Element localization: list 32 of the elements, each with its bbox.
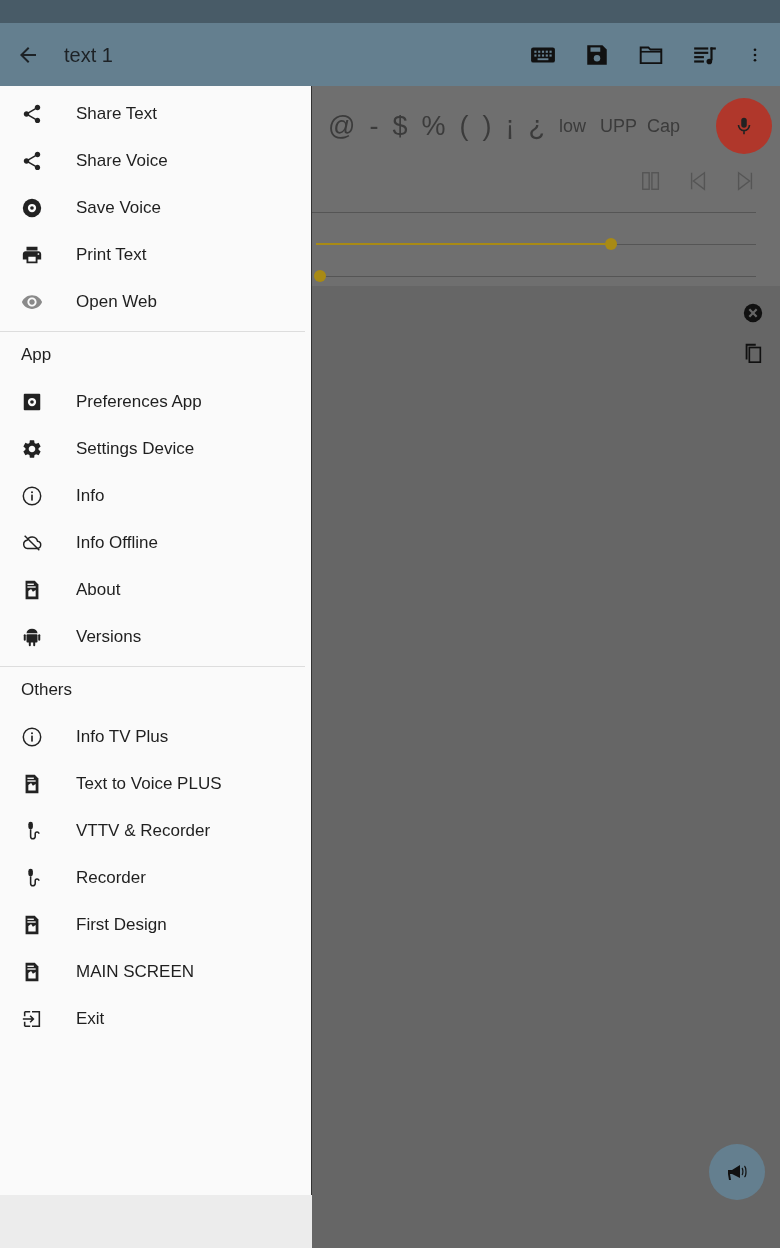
menu-item[interactable]: Recorder bbox=[76, 864, 146, 891]
slider-thumb[interactable] bbox=[314, 270, 327, 282]
share-icon bbox=[21, 102, 43, 125]
menu-item[interactable]: MAIN SCREEN bbox=[76, 958, 195, 985]
menu-item[interactable]: About bbox=[76, 576, 121, 603]
menu-item[interactable]: Text to Voice PLUS bbox=[76, 770, 222, 797]
info-icon bbox=[21, 725, 43, 748]
disc-icon bbox=[21, 196, 43, 219]
settings-icon bbox=[21, 437, 43, 460]
menu-item[interactable]: Share Text bbox=[76, 100, 157, 127]
menu-item[interactable]: Share Voice bbox=[76, 147, 168, 174]
menu-item[interactable]: Preferences App bbox=[76, 388, 202, 415]
menu-item[interactable]: Versions bbox=[76, 623, 142, 650]
section-header: Others bbox=[21, 679, 73, 702]
menu-item[interactable]: Save Voice bbox=[76, 194, 162, 221]
menu-item[interactable]: Exit bbox=[76, 1005, 105, 1032]
menu-item[interactable]: Info TV Plus bbox=[76, 723, 169, 750]
section-header: App bbox=[21, 344, 52, 367]
menu-item[interactable]: VTTV & Recorder bbox=[76, 817, 211, 844]
info-icon bbox=[21, 484, 43, 507]
speak-button[interactable] bbox=[709, 1144, 765, 1200]
menu-item[interactable]: Print Text bbox=[76, 241, 147, 268]
share-icon bbox=[21, 149, 43, 172]
menu-item[interactable]: Settings Device bbox=[76, 435, 195, 462]
slider-thumb[interactable] bbox=[604, 238, 617, 250]
microphone-button[interactable] bbox=[716, 98, 772, 154]
menu-item[interactable]: First Design bbox=[76, 911, 167, 938]
document-title: text 1 bbox=[64, 42, 114, 68]
menu-item[interactable]: Open Web bbox=[76, 288, 157, 315]
menu-item[interactable]: Info bbox=[76, 482, 105, 509]
close-icon[interactable] bbox=[742, 302, 764, 324]
menu-item[interactable]: Info Offline bbox=[76, 529, 158, 556]
